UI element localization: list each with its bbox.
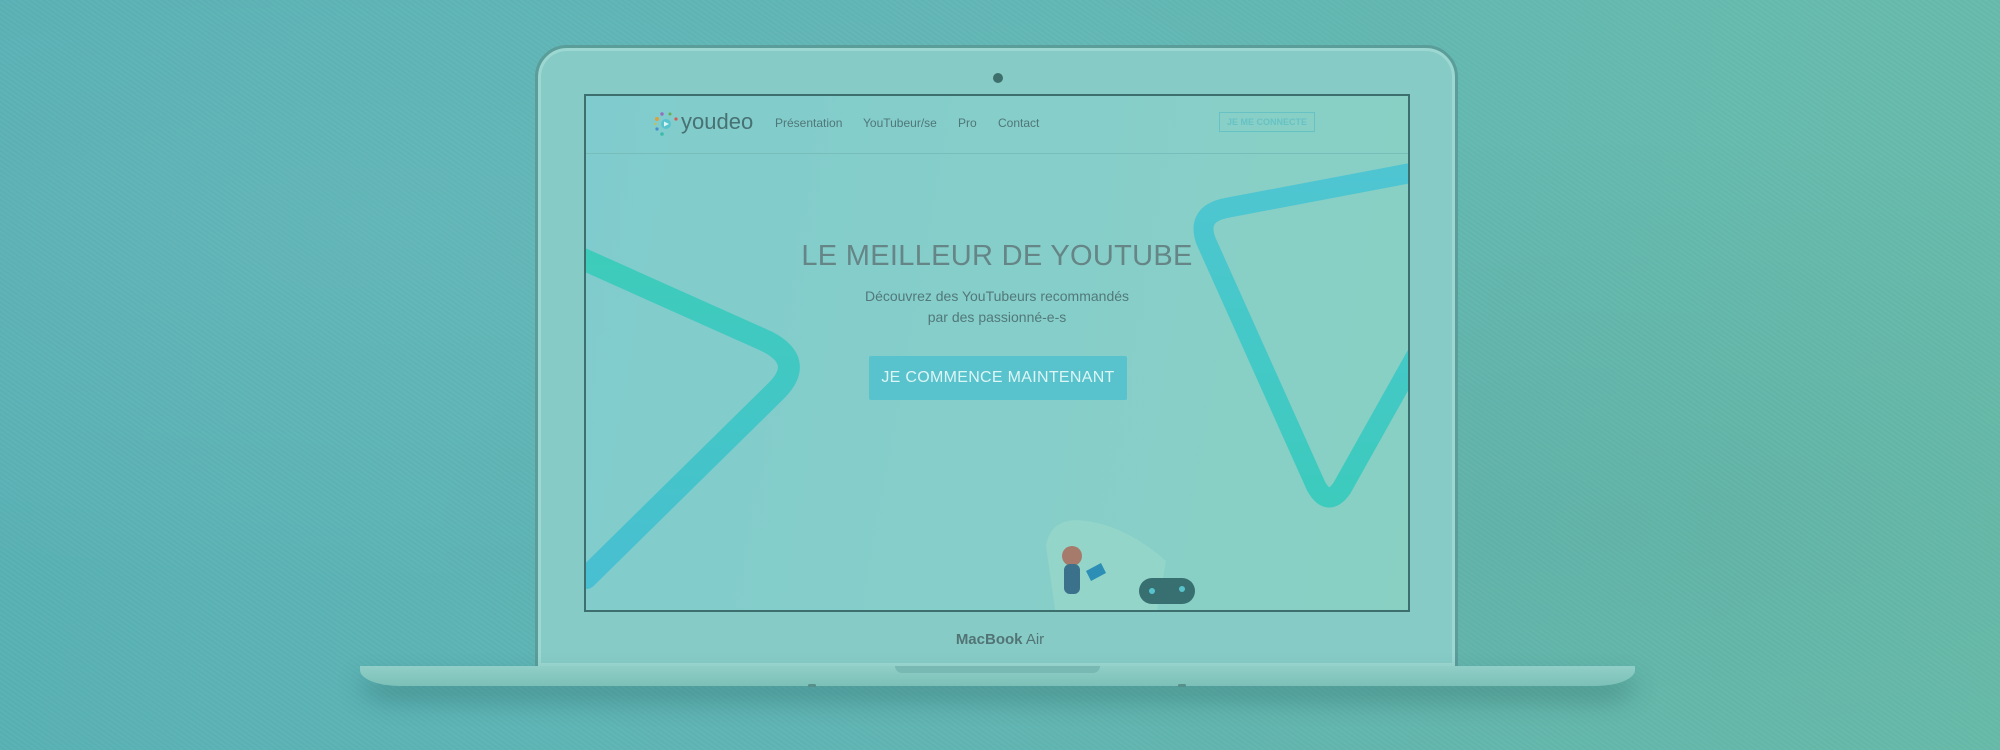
start-now-button[interactable]: JE COMMENCE MAINTENANT [869,356,1127,400]
nav-item-presentation[interactable]: Présentation [775,116,842,130]
laptop-foot-left [808,684,816,687]
nav-item-pro[interactable]: Pro [958,116,977,130]
camera-icon [993,73,1003,83]
hero-subtitle-line2: par des passionné-e-s [927,309,1067,325]
decorative-triangles [586,163,1408,589]
hero-subtitle-line1: Découvrez des YouTubeurs recommandés [864,288,1130,304]
youdeo-logo-icon [654,112,678,136]
nav-item-youtubeur[interactable]: YouTubeur/se [863,116,937,130]
laptop-screen: youdeo Présentation YouTubeur/se Pro Con… [584,94,1410,612]
right-triangle-shape [1193,163,1408,508]
left-triangle-shape [586,248,800,589]
gamepad-icon [1139,578,1195,604]
hero-illustration [1046,520,1195,610]
laptop-notch [895,666,1100,673]
logo-text[interactable]: youdeo [681,109,753,135]
laptop-brand-label: MacBook Air [955,631,1045,648]
laptop-foot-right [1178,684,1186,687]
nav-item-contact[interactable]: Contact [998,116,1039,130]
login-button[interactable]: JE ME CONNECTE [1219,112,1315,132]
hero-title: LE MEILLEUR DE YOUTUBE [801,240,1193,272]
person-head-icon [1062,546,1082,566]
person-body-icon [1064,564,1080,594]
top-navbar: youdeo Présentation YouTubeur/se Pro Con… [586,96,1408,154]
